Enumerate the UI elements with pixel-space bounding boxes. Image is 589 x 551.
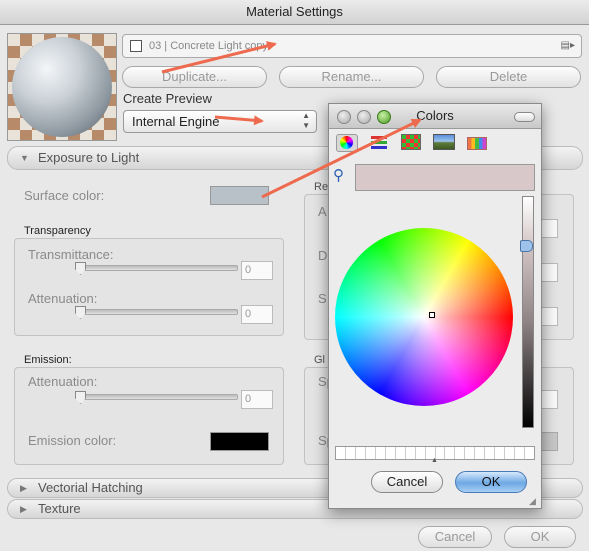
annotation-arrows	[161, 41, 422, 199]
arrow-to-name-field	[161, 41, 277, 74]
arrow-to-preview-engine	[214, 115, 264, 126]
arrow-to-colors-title	[261, 118, 422, 199]
